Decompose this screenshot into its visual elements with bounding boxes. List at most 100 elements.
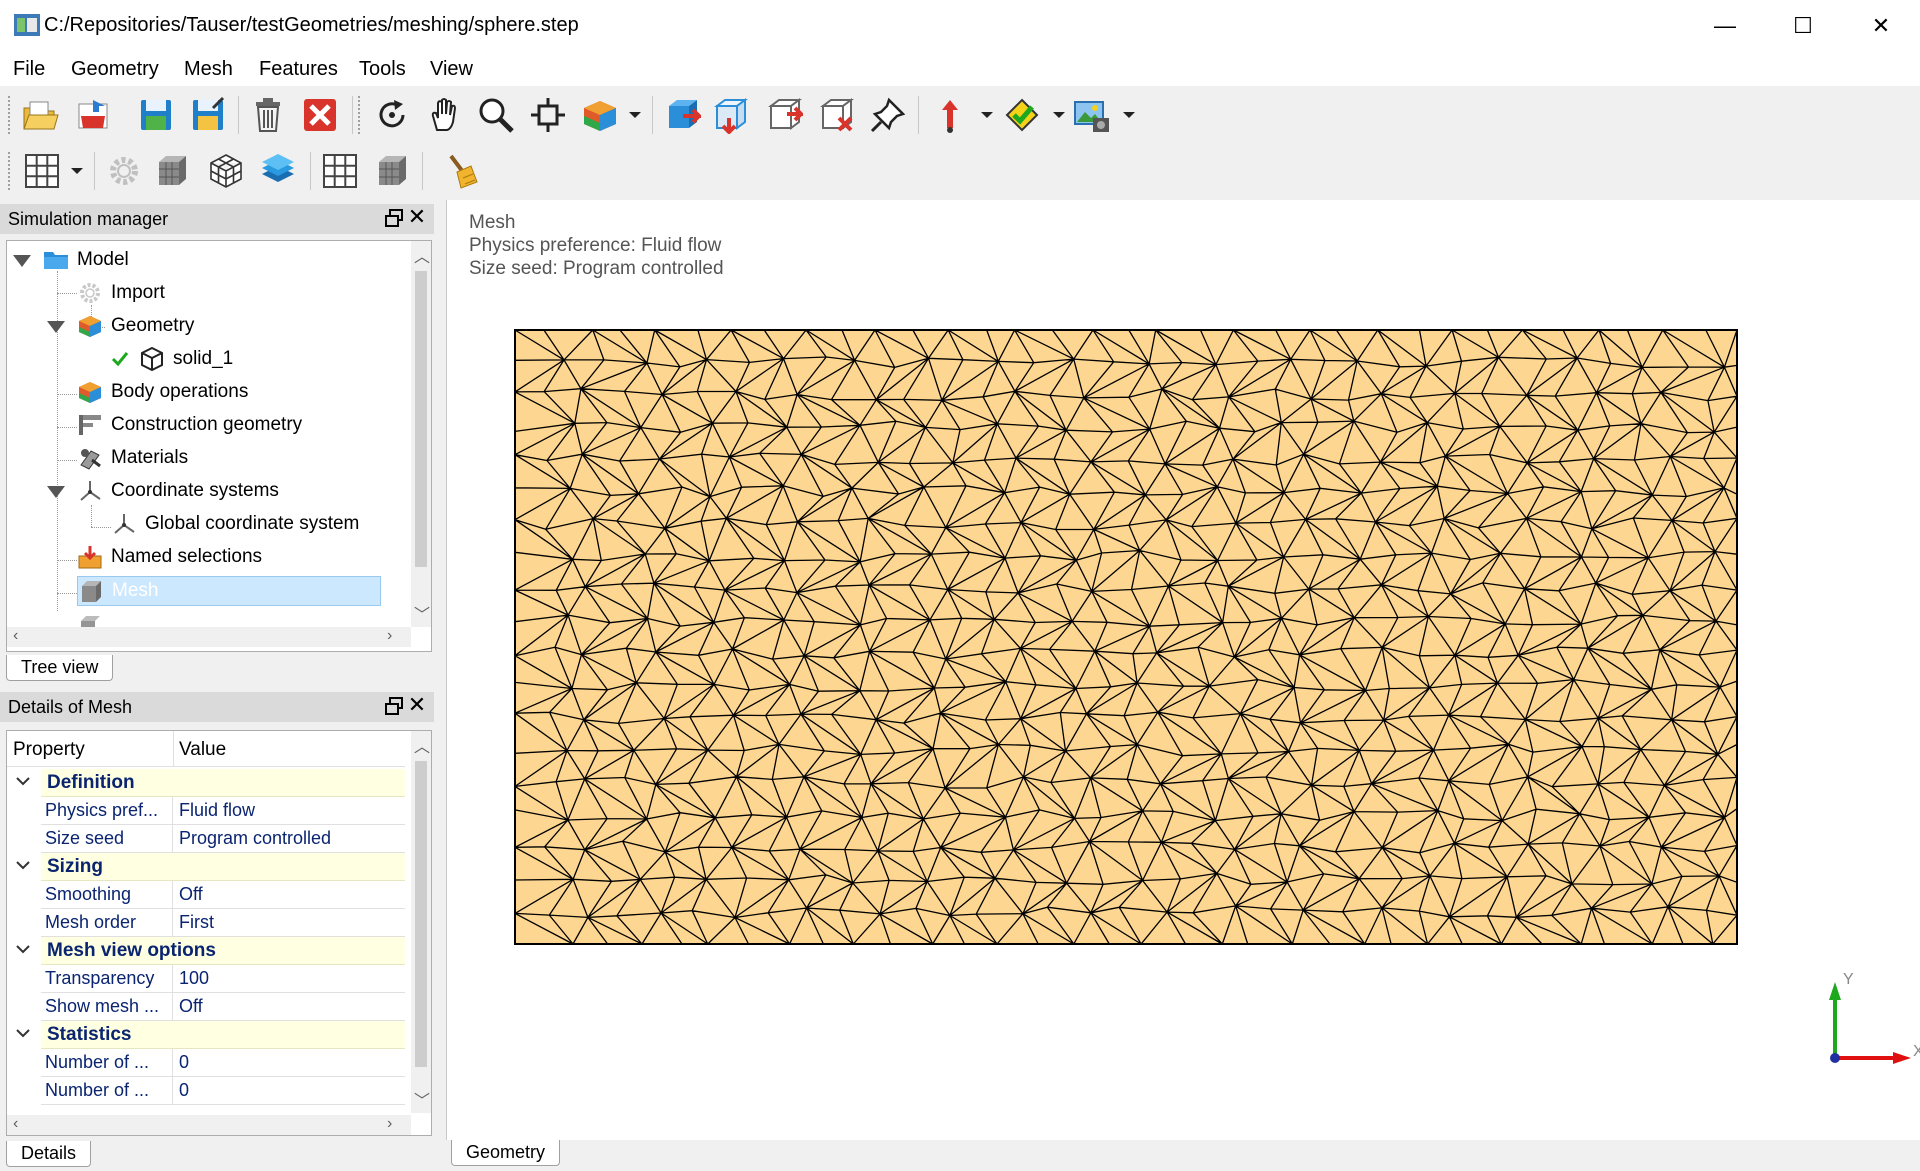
pan-hand-icon[interactable] — [422, 93, 466, 137]
property-value[interactable]: Fluid flow — [175, 797, 405, 825]
save-icon[interactable] — [134, 93, 178, 137]
select-edge-icon[interactable] — [708, 93, 752, 137]
property-value[interactable]: First — [175, 909, 405, 937]
tree-horizontal-scrollbar[interactable]: ‹ › — [7, 627, 411, 647]
scroll-right-icon[interactable]: › — [387, 627, 392, 645]
screenshot-dropdown[interactable] — [1122, 108, 1136, 122]
zoom-fit-icon[interactable] — [526, 93, 570, 137]
pin-icon[interactable] — [866, 93, 910, 137]
property-row[interactable]: Smoothing Off — [41, 881, 405, 909]
scroll-left-icon[interactable]: ‹ — [13, 1115, 18, 1133]
details-horizontal-scrollbar[interactable]: ‹ › — [7, 1115, 411, 1135]
select-box-icon[interactable] — [814, 93, 858, 137]
scroll-thumb[interactable] — [415, 271, 427, 567]
chevron-down-icon[interactable] — [15, 857, 31, 873]
grid-dropdown[interactable] — [70, 164, 84, 178]
toolbar-grip[interactable] — [358, 96, 362, 134]
tree-item-coordinate-systems[interactable]: Coordinate systems — [77, 476, 279, 506]
close-panel-icon[interactable]: ✕ — [406, 205, 428, 229]
tree-item-geometry[interactable]: Geometry — [77, 311, 194, 341]
property-row[interactable]: Show mesh ... Off — [41, 993, 405, 1021]
wire-cube-icon[interactable] — [204, 149, 248, 193]
scroll-right-icon[interactable]: › — [387, 1115, 392, 1133]
menu-tools[interactable]: Tools — [359, 58, 406, 81]
column-header-property[interactable]: Property — [13, 739, 85, 761]
tab-tree-view[interactable]: Tree view — [6, 655, 114, 681]
menu-mesh[interactable]: Mesh — [184, 58, 233, 81]
body-color-icon[interactable] — [578, 93, 622, 137]
property-row[interactable]: Size seed Program controlled — [41, 825, 405, 853]
close-window-button[interactable]: ✕ — [1842, 0, 1920, 52]
tree-item-materials[interactable]: Materials — [77, 443, 188, 473]
open-folder-icon[interactable] — [18, 93, 62, 137]
toolbar-grip[interactable] — [8, 152, 12, 190]
scroll-left-icon[interactable]: ‹ — [13, 627, 18, 645]
property-value[interactable]: 0 — [175, 1049, 405, 1077]
gear-icon[interactable] — [102, 149, 146, 193]
category-definition[interactable]: Definition — [7, 769, 405, 797]
property-row[interactable]: Number of ... 0 — [41, 1077, 405, 1105]
category-sizing[interactable]: Sizing — [7, 853, 405, 881]
toolbar-grip[interactable] — [8, 96, 12, 134]
category-mesh-view-options[interactable]: Mesh view options — [7, 937, 405, 965]
property-value[interactable]: Off — [175, 881, 405, 909]
grid-icon[interactable] — [20, 149, 64, 193]
delete-icon[interactable] — [246, 93, 290, 137]
tree-item-global-coordinate-system[interactable]: Global coordinate system — [111, 509, 359, 539]
save-as-icon[interactable] — [186, 93, 230, 137]
property-value[interactable]: 0 — [175, 1077, 405, 1105]
tree-item-construction-geometry[interactable]: Construction geometry — [77, 410, 302, 440]
chevron-down-icon[interactable] — [15, 773, 31, 789]
minimize-button[interactable]: — — [1686, 0, 1764, 52]
tree-item-solid-1[interactable]: solid_1 — [111, 344, 233, 374]
scroll-thumb[interactable] — [415, 761, 427, 1067]
check-diamond-dropdown[interactable] — [1052, 108, 1066, 122]
import-icon[interactable] — [72, 93, 116, 137]
tree-vertical-scrollbar[interactable]: ︿ ﹀ — [411, 241, 431, 627]
column-header-value[interactable]: Value — [179, 739, 226, 761]
tree-expand-toggle[interactable] — [13, 255, 31, 267]
scroll-down-icon[interactable]: ﹀ — [414, 1087, 430, 1111]
property-value[interactable]: Off — [175, 993, 405, 1021]
menu-file[interactable]: File — [13, 58, 45, 81]
chevron-down-icon[interactable] — [15, 941, 31, 957]
tree-item-import[interactable]: Import — [77, 278, 165, 308]
arrow-up-icon[interactable] — [928, 93, 972, 137]
broom-icon[interactable] — [440, 149, 484, 193]
tree-expand-toggle[interactable] — [47, 486, 65, 498]
body-color-dropdown[interactable] — [628, 108, 642, 122]
mesh-plot[interactable] — [513, 328, 1739, 946]
panel-splitter[interactable] — [434, 198, 446, 1171]
property-row[interactable]: Physics pref... Fluid flow — [41, 797, 405, 825]
category-statistics[interactable]: Statistics — [7, 1021, 405, 1049]
check-diamond-icon[interactable] — [1000, 93, 1044, 137]
tree-item-named-selections[interactable]: Named selections — [77, 542, 262, 572]
menu-features[interactable]: Features — [259, 58, 338, 81]
screenshot-icon[interactable] — [1070, 93, 1114, 137]
geometry-viewport[interactable]: Mesh Physics preference: Fluid flow Size… — [446, 200, 1920, 1166]
close-red-icon[interactable] — [298, 93, 342, 137]
scroll-up-icon[interactable]: ︿ — [414, 733, 430, 757]
tree-item-body-operations[interactable]: Body operations — [77, 377, 248, 407]
zoom-icon[interactable] — [474, 93, 518, 137]
menu-geometry[interactable]: Geometry — [71, 58, 159, 81]
details-vertical-scrollbar[interactable]: ︿ ﹀ — [411, 731, 431, 1113]
property-value[interactable]: 100 — [175, 965, 405, 993]
tree-expand-toggle[interactable] — [47, 321, 65, 333]
float-panel-icon[interactable] — [384, 696, 404, 716]
tree-item-model[interactable]: Model — [43, 245, 129, 275]
property-row[interactable]: Mesh order First — [41, 909, 405, 937]
select-face-icon[interactable] — [660, 93, 704, 137]
property-value[interactable]: Program controlled — [175, 825, 405, 853]
maximize-button[interactable]: ☐ — [1764, 0, 1842, 52]
arrow-up-dropdown[interactable] — [980, 108, 994, 122]
layers-icon[interactable] — [256, 149, 300, 193]
scroll-up-icon[interactable]: ︿ — [414, 243, 430, 267]
property-row[interactable]: Transparency 100 — [41, 965, 405, 993]
mesh-box-icon[interactable] — [370, 149, 414, 193]
mesh-cube-icon[interactable] — [150, 149, 194, 193]
tree-item-mesh[interactable]: Mesh — [77, 576, 381, 606]
close-panel-icon[interactable]: ✕ — [406, 693, 428, 717]
scroll-down-icon[interactable]: ﹀ — [414, 601, 430, 625]
menu-view[interactable]: View — [430, 58, 473, 81]
